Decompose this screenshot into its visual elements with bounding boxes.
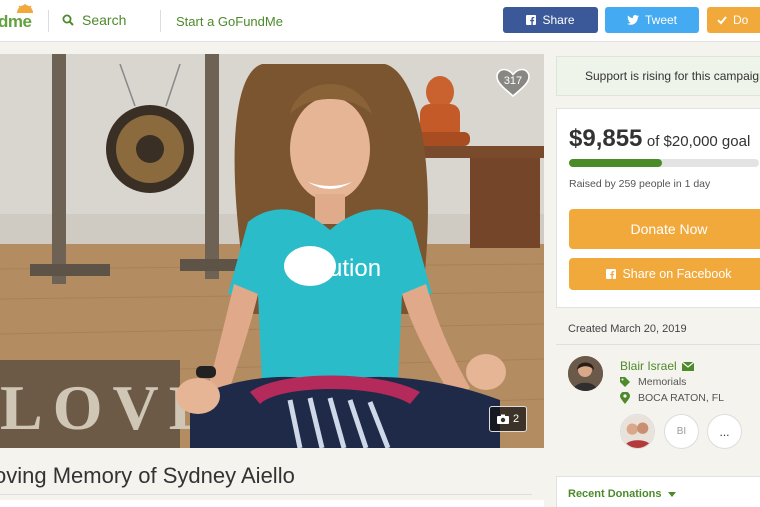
raised-by-text: Raised by 259 people in 1 day [569, 178, 711, 190]
share-on-facebook-label: Share on Facebook [622, 267, 732, 281]
facebook-icon [606, 269, 617, 279]
nav-divider [48, 10, 49, 32]
content-strip [0, 500, 544, 507]
team-member-avatar[interactable] [620, 414, 655, 449]
donate-now-button[interactable]: Donate Now [569, 209, 760, 249]
progress-bar-fill [569, 159, 663, 167]
camera-icon [496, 414, 509, 424]
donation-card: $9,855 of $20,000 goal Raised by 259 peo… [556, 108, 760, 308]
organizer-name: Blair Israel [620, 359, 677, 373]
organizer-category-row: Memorials [620, 376, 686, 388]
gofundme-logo[interactable]: dme [0, 12, 32, 32]
amount-raised: $9,855 [569, 125, 643, 152]
search-icon [62, 14, 74, 26]
donate-top-button[interactable]: Do [707, 7, 760, 33]
organizer-location-row: BOCA RATON, FL [620, 392, 724, 404]
facebook-icon [526, 15, 537, 25]
shirt-logo-text: evolution [285, 255, 381, 282]
avatar-photo [568, 356, 603, 391]
twitter-icon [626, 15, 639, 25]
campaign-title: oving Memory of Sydney Aiello [0, 463, 295, 488]
share-label: Share [542, 13, 575, 27]
top-nav: dme Search Start a GoFundMe Share Tweet … [0, 0, 760, 42]
search-link[interactable]: Search [62, 12, 126, 28]
goal-text: of $20,000 goal [646, 133, 751, 150]
photo-count-label: 2 [512, 413, 520, 425]
organizer-name-link[interactable]: Blair Israel [620, 359, 694, 373]
share-button[interactable]: Share [503, 7, 598, 33]
support-rising-banner: Support is rising for this campaign [556, 56, 760, 96]
created-date: Created March 20, 2019 [568, 323, 687, 335]
organizer-avatar[interactable] [568, 356, 603, 391]
campaign-photo[interactable]: LOVE evolution [0, 54, 544, 448]
support-rising-text: Support is rising for this campaign [585, 69, 760, 83]
organizer-location: BOCA RATON, FL [638, 392, 724, 404]
campaign-photo-illustration: LOVE evolution [0, 54, 544, 448]
tag-icon [620, 377, 630, 387]
search-label: Search [82, 12, 127, 28]
heart-count: 317 [503, 75, 523, 87]
photo-count-button[interactable]: 2 [489, 406, 527, 432]
tweet-label: Tweet [644, 13, 677, 27]
donate-top-label: Do [733, 13, 749, 27]
recent-donations-dropdown[interactable]: Recent Donations [568, 488, 676, 500]
progress-bar [569, 159, 759, 167]
more-team-button[interactable]: ... [707, 414, 742, 449]
team-member-initials[interactable]: BI [664, 414, 699, 449]
nav-divider [160, 10, 161, 32]
location-pin-icon [620, 392, 630, 404]
amount-raised-row: $9,855 of $20,000 goal [569, 125, 750, 153]
tweet-button[interactable]: Tweet [605, 7, 699, 33]
recent-donations-label: Recent Donations [568, 488, 662, 500]
title-divider [0, 494, 532, 495]
team-member-photo [621, 415, 654, 448]
envelope-icon[interactable] [681, 361, 694, 371]
checkmark-icon [717, 16, 727, 25]
start-gofundme-link[interactable]: Start a GoFundMe [176, 14, 283, 29]
organizer-divider [556, 344, 760, 345]
caret-down-icon [667, 491, 676, 497]
organizer-category: Memorials [638, 376, 687, 388]
share-on-facebook-button[interactable]: Share on Facebook [569, 258, 760, 290]
